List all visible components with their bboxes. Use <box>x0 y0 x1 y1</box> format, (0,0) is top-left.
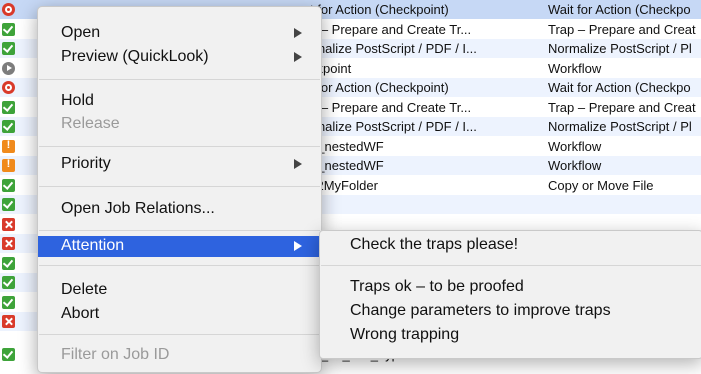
held-icon <box>2 62 15 75</box>
ok-icon <box>2 23 15 36</box>
menu-separator <box>39 230 320 231</box>
table-cell-step: t for Action (Checkpoint) <box>310 80 449 95</box>
attention-submenu: Check the traps please! Traps ok – to be… <box>319 230 701 359</box>
menu-item-label: Preview (QuickLook) <box>61 48 209 65</box>
menu-separator <box>39 265 320 266</box>
table-cell-flow-element: Trap – Prepare and Creat <box>548 22 696 37</box>
table-cell-step: p – Prepare and Create Tr... <box>310 100 472 115</box>
stop-icon <box>2 81 15 94</box>
error-icon <box>2 315 15 328</box>
table-cell-step: p – Prepare and Create Tr... <box>310 22 472 37</box>
table-cell-flow-element: Workflow <box>548 158 602 173</box>
menu-item-priority[interactable]: Priority <box>38 154 321 175</box>
submenu-arrow-icon <box>294 241 302 251</box>
menu-item-label: Attention <box>61 237 125 254</box>
ok-icon <box>2 120 15 133</box>
submenu-separator <box>321 265 701 266</box>
menu-item-filter-on-job-id: Filter on Job ID <box>38 345 321 366</box>
context-menu: Open Preview (QuickLook) Hold Release Pr… <box>37 6 322 373</box>
menu-item-hold[interactable]: Hold <box>38 91 321 112</box>
ok-icon <box>2 101 15 114</box>
table-cell-step: rmalize PostScript / PDF / I... <box>310 119 477 134</box>
ok-icon <box>2 198 15 211</box>
table-cell-flow-element: Normalize PostScript / Pl <box>548 41 692 56</box>
menu-item-label: Release <box>61 115 120 132</box>
ok-icon <box>2 348 15 361</box>
table-cell-flow-element: Wait for Action (Checkpo <box>548 2 691 17</box>
table-cell-step: y2MyFolder <box>310 178 378 193</box>
menu-item-label: Open Job Relations... <box>61 200 215 217</box>
menu-item-open-job-relations[interactable]: Open Job Relations... <box>38 199 321 220</box>
submenu-arrow-icon <box>294 159 302 169</box>
menu-item-release: Release <box>38 114 321 135</box>
menu-item-label: Filter on Job ID <box>61 346 170 363</box>
table-cell-flow-element: Wait for Action (Checkpo <box>548 80 691 95</box>
ok-icon <box>2 42 15 55</box>
menu-item-open[interactable]: Open <box>38 23 321 44</box>
menu-item-abort[interactable]: Abort <box>38 304 321 325</box>
menu-item-label: Priority <box>61 155 111 172</box>
menu-separator <box>39 334 320 335</box>
ok-icon <box>2 179 15 192</box>
table-cell-step: rmalize PostScript / PDF / I... <box>310 41 477 56</box>
submenu-arrow-icon <box>294 52 302 62</box>
ok-icon <box>2 276 15 289</box>
error-icon <box>2 218 15 231</box>
menu-item-label: Open <box>61 24 101 41</box>
table-cell-step: p_nestedWF <box>310 139 384 154</box>
menu-item-label: Hold <box>61 92 94 109</box>
submenu-item-traps-ok[interactable]: Traps ok – to be proofed <box>350 278 524 296</box>
table-cell-flow-element: Trap – Prepare and Creat <box>548 100 696 115</box>
table-cell-flow-element: Copy or Move File <box>548 178 654 193</box>
table-cell-flow-element: Workflow <box>548 139 602 154</box>
table-cell-flow-element: Normalize PostScript / Pl <box>548 119 692 134</box>
warning-icon <box>2 158 15 172</box>
submenu-item-wrong-trapping[interactable]: Wrong trapping <box>350 326 459 344</box>
table-cell-step: t for Action (Checkpoint) <box>310 2 449 17</box>
table-cell-step: ckpoint <box>310 61 352 76</box>
stop-icon <box>2 3 15 16</box>
menu-item-attention[interactable]: Attention <box>38 236 321 257</box>
menu-item-label: Abort <box>61 305 100 322</box>
submenu-item-change-parameters[interactable]: Change parameters to improve traps <box>350 302 611 320</box>
table-cell-flow-element: Workflow <box>548 61 602 76</box>
menu-item-delete[interactable]: Delete <box>38 280 321 301</box>
menu-item-label: Delete <box>61 281 108 298</box>
submenu-item-check-traps[interactable]: Check the traps please! <box>350 236 518 254</box>
ok-icon <box>2 257 15 270</box>
ok-icon <box>2 296 15 309</box>
table-cell-step: p_nestedWF <box>310 158 384 173</box>
error-icon <box>2 237 15 250</box>
menu-item-preview[interactable]: Preview (QuickLook) <box>38 47 321 68</box>
menu-separator <box>39 146 320 147</box>
submenu-arrow-icon <box>294 28 302 38</box>
warning-icon <box>2 139 15 153</box>
menu-separator <box>39 79 320 80</box>
menu-separator <box>39 186 320 187</box>
